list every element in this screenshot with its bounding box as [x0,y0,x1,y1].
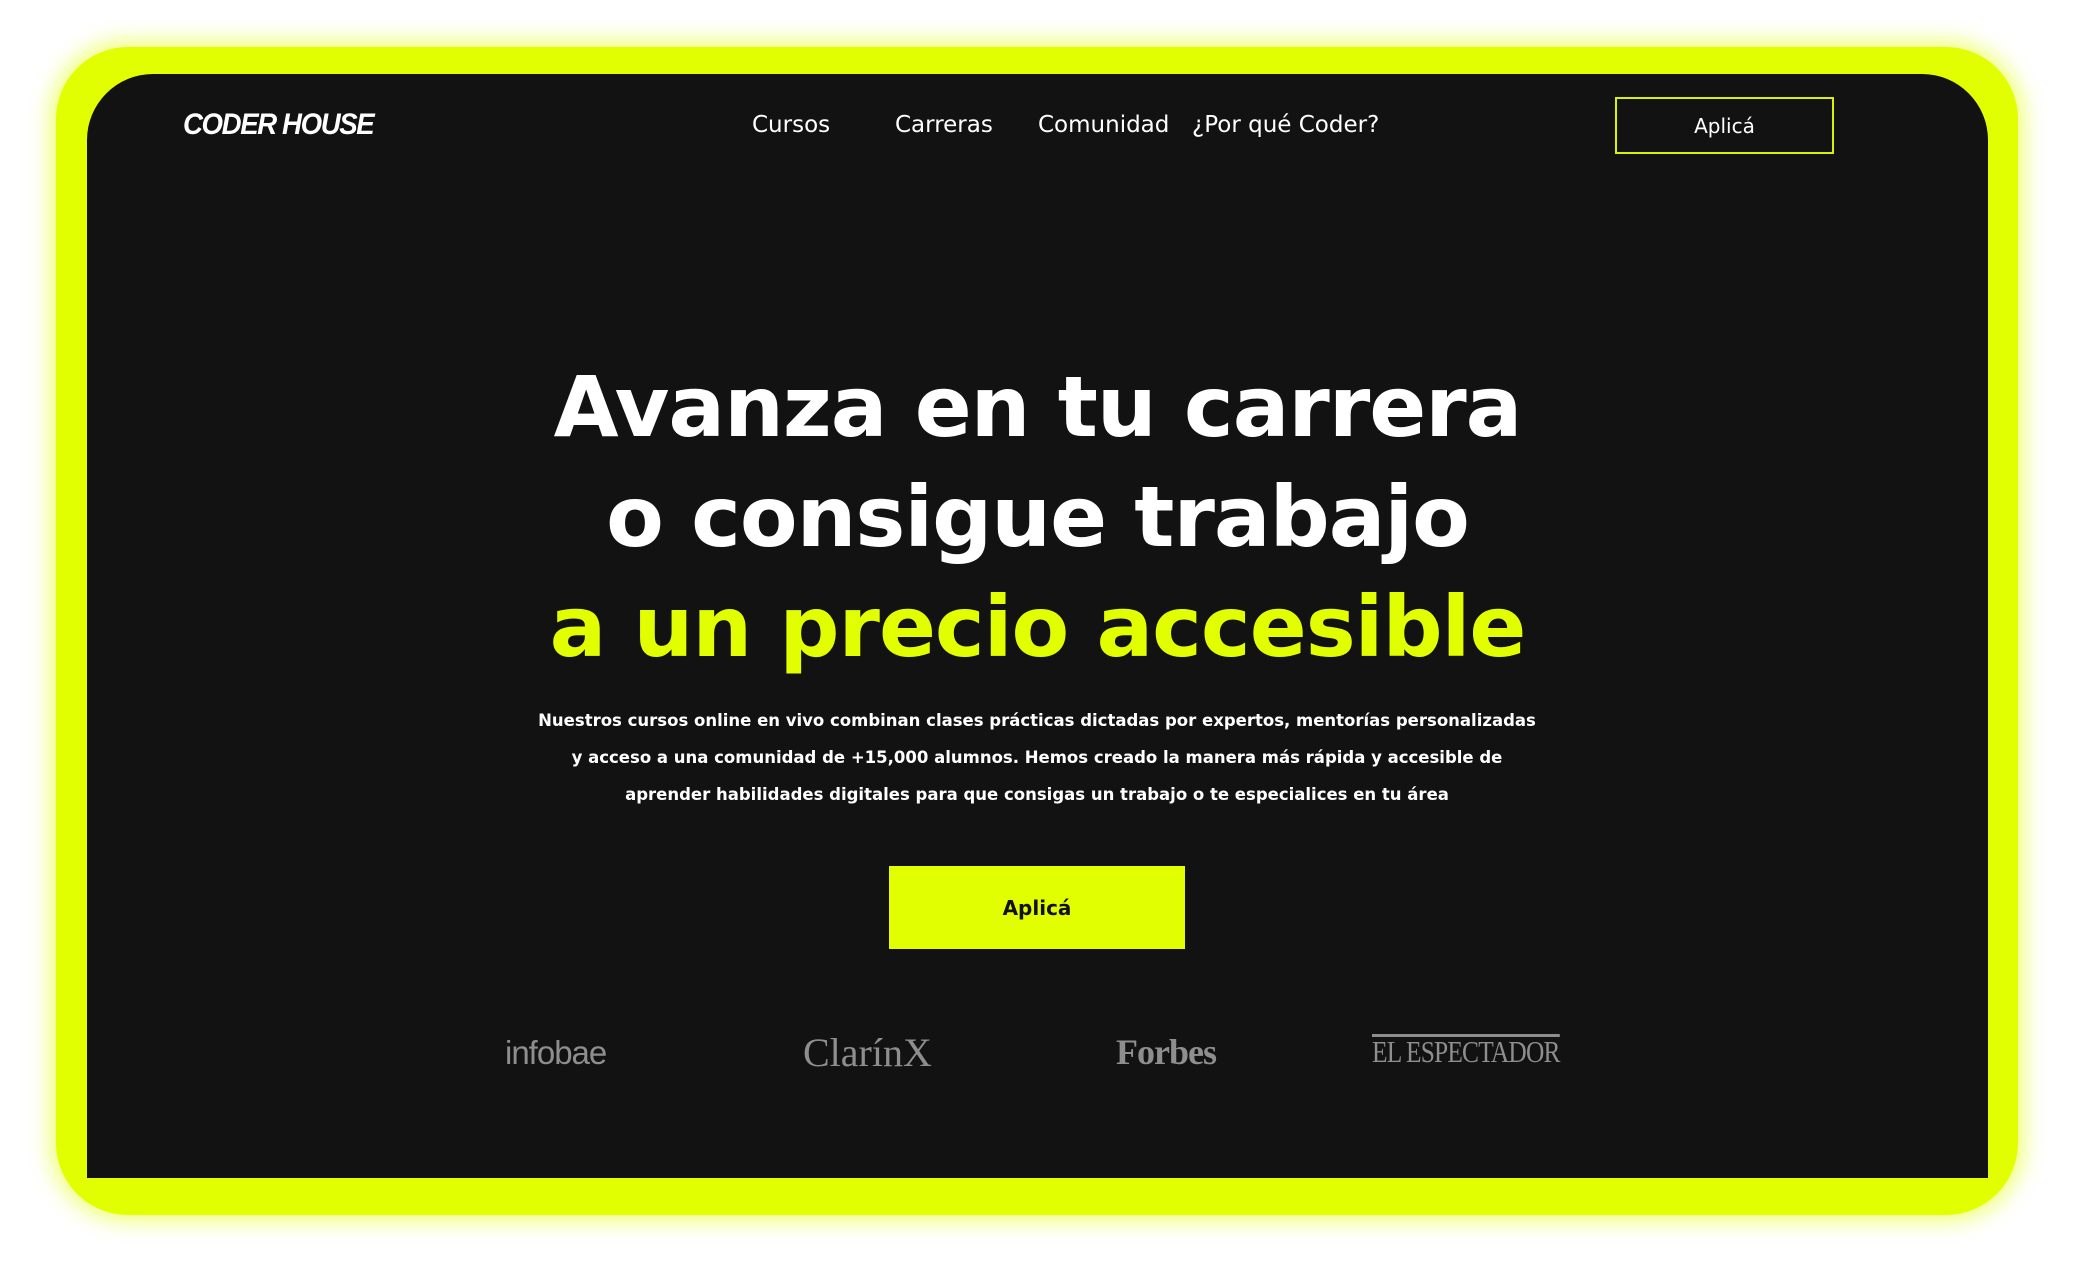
landing-page: CODER HOUSE Cursos Carreras Comunidad ¿P… [87,74,1988,1178]
hero-title-line-3: a un precio accesible [549,578,1527,676]
hero-apply-button[interactable]: Aplicá [889,866,1185,949]
hero-description: Nuestros cursos online en vivo combinan … [538,711,1536,804]
el-espectador-logo: EL ESPECTADOR [1372,1034,1560,1069]
infobae-logo: infobae [505,1034,607,1071]
nav-item-por-que-coder[interactable]: ¿Por qué Coder? [1192,112,1379,138]
hero-title: Avanza en tu carrera o consigue trabajo … [87,352,1988,682]
nav-item-comunidad[interactable]: Comunidad [1038,112,1169,138]
header-apply-button[interactable]: Aplicá [1615,97,1834,154]
hero-title-line-2: o consigue trabajo [606,468,1470,566]
nav-item-carreras[interactable]: Carreras [895,112,993,138]
clarin-logo: ClarínX [803,1030,932,1075]
forbes-logo: Forbes [1116,1032,1217,1072]
hero-title-line-1: Avanza en tu carrera [553,358,1523,456]
nav-item-cursos[interactable]: Cursos [752,112,830,138]
